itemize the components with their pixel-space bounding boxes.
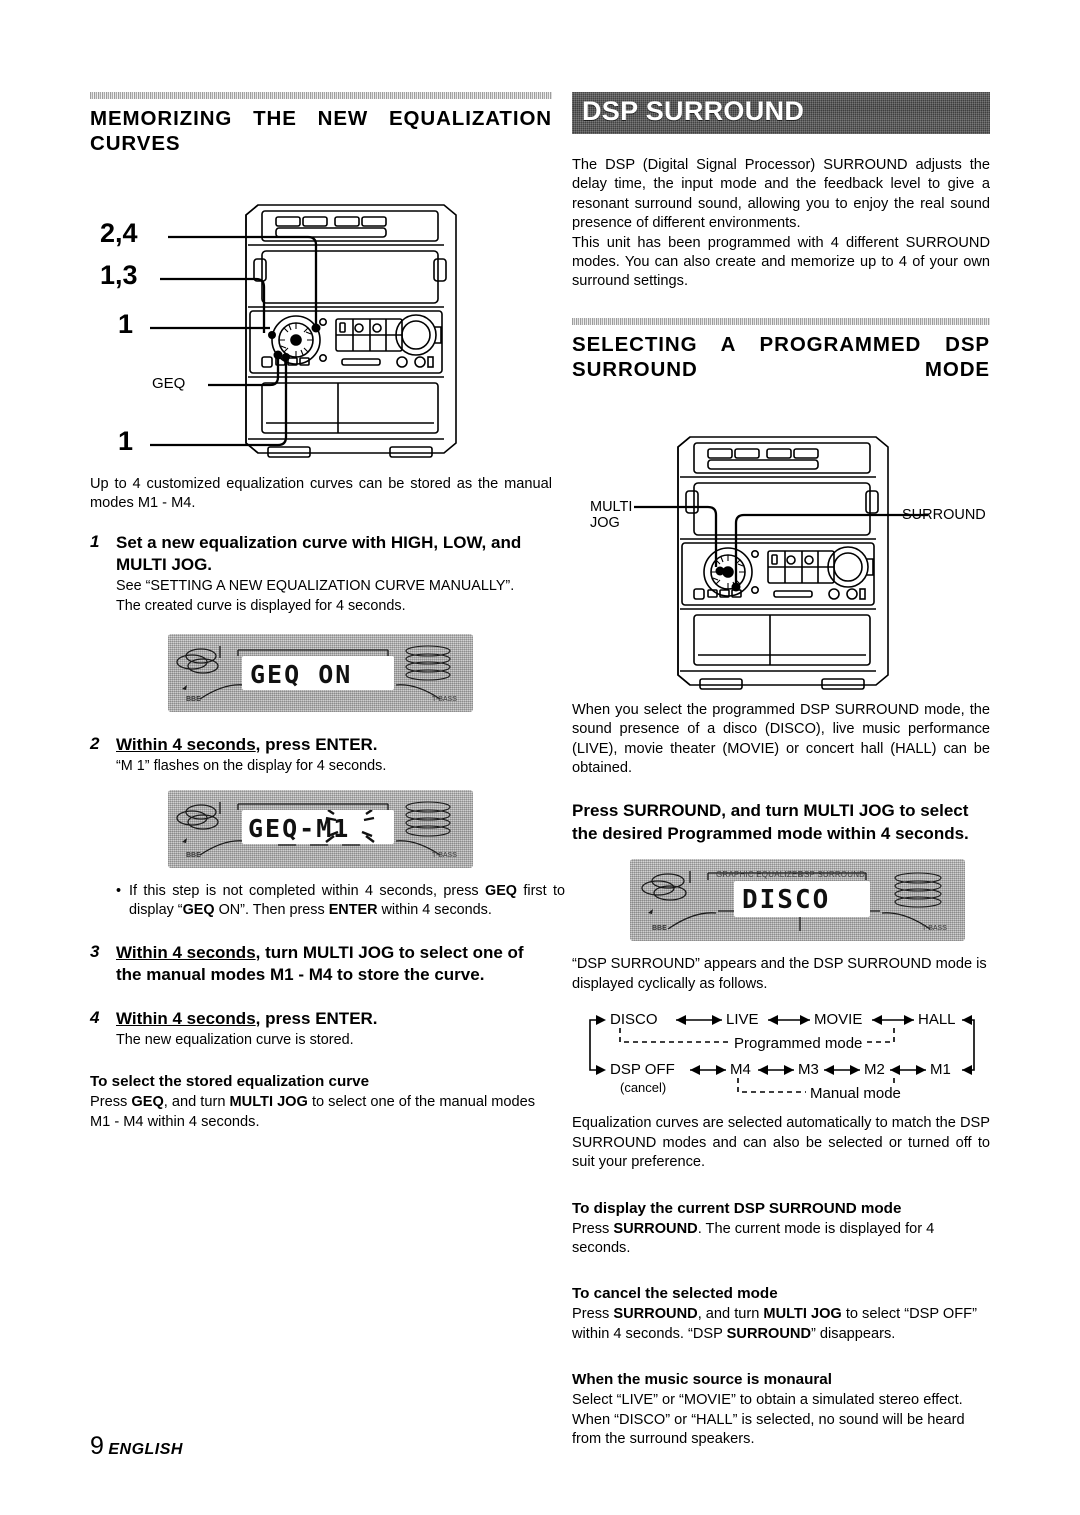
- step-4-heading-underlined: Within 4 seconds: [116, 1009, 256, 1029]
- cycle-intro: “DSP SURROUND” appears and the DSP SURRO…: [572, 956, 987, 992]
- mode-movie: MOVIE: [814, 1011, 863, 1029]
- section-display-current-body: Press SURROUND. The current mode is disp…: [572, 1220, 935, 1256]
- callout-surround: SURROUND: [902, 506, 986, 523]
- t-bass-indicator: T-BASS: [432, 695, 457, 703]
- bullet-dot-icon: •: [116, 882, 122, 899]
- stereo-system-illustration: [634, 436, 928, 690]
- page-number: 9: [90, 1432, 104, 1460]
- step-2-sub-1: “M 1” flashes on the display for 4 secon…: [116, 757, 387, 774]
- step-1-sub-1: See “SETTING A NEW EQUALIZATION CURVE MA…: [116, 577, 515, 594]
- mode-m1: M1: [930, 1061, 951, 1079]
- mode-hall: HALL: [918, 1011, 956, 1029]
- stereo-system-illustration: [150, 204, 457, 458]
- bbe-indicator: BBE: [186, 695, 201, 703]
- dsp-intro-paragraph-1: The DSP (Digital Signal Processor) SURRO…: [572, 157, 990, 232]
- bbe-indicator: BBE: [186, 851, 201, 859]
- section-display-current-heading: To display the current DSP SURROUND mode: [572, 1199, 902, 1217]
- mode-m3: M3: [798, 1061, 819, 1079]
- banner-title: DSP SURROUND: [582, 96, 805, 126]
- callout-geq: GEQ: [152, 375, 186, 392]
- bbe-indicator: BBE: [652, 925, 667, 933]
- callout-multi-jog: MULTI JOG: [590, 498, 633, 531]
- step-2-note-text: If this step is not completed within 4 s…: [129, 882, 565, 919]
- step-4-sub-1: The new equalization curve is stored.: [116, 1032, 354, 1049]
- manual-mode-label: Manual mode: [806, 1085, 905, 1103]
- callout-2-4: 2,4: [100, 218, 138, 248]
- page-language: ENGLISH: [108, 1441, 183, 1458]
- section-monaural-heading: When the music source is monaural: [572, 1371, 832, 1389]
- select-stored-heading: To select the stored equalization curve: [90, 1073, 370, 1091]
- lcd-display-geq-m1: GEQ-M1 BBE T-BASS: [168, 789, 473, 868]
- cta-heading: Press SURROUND, and turn MULTI JOG to se…: [572, 801, 969, 843]
- right-column: DSP SURROUND The DSP (Digital Signal Pro…: [572, 92, 990, 1449]
- step-3-heading-underlined: Within 4 seconds: [116, 943, 256, 963]
- lcd-window: GEQ-M1: [242, 809, 394, 844]
- stereo-diagram-right: MULTI JOG SURROUND: [572, 419, 990, 691]
- step-2-heading-underlined: Within 4 seconds: [116, 734, 256, 754]
- left-column: MEMORIZING THE NEW EQUALIZATION CURVES 2…: [90, 92, 565, 1132]
- page-title: MEMORIZING THE NEW EQUALIZATION CURVES: [90, 107, 552, 155]
- section-monaural-body: Select “LIVE” or “MOVIE” to obtain a sim…: [572, 1392, 965, 1447]
- mode-dsp-off: DSP OFF: [610, 1061, 675, 1079]
- section-cancel-mode-heading: To cancel the selected mode: [572, 1285, 778, 1303]
- section-heading-selecting: SELECTING A PROGRAMMED DSP SURROUND MODE: [572, 332, 990, 381]
- step-4-number: 4: [90, 1008, 100, 1028]
- t-bass-indicator: T-BASS: [922, 925, 947, 933]
- dsp-intro-paragraph-2: This unit has been programmed with 4 dif…: [572, 234, 990, 290]
- dsp-surround-banner: DSP SURROUND: [572, 92, 990, 134]
- mode-m4: M4: [730, 1061, 751, 1079]
- dsp-body-paragraph-2: Equalization curves are selected automat…: [572, 1115, 990, 1171]
- section-rule: [90, 92, 552, 99]
- step-4-heading-rest: , press ENTER.: [255, 1009, 378, 1029]
- dsp-surround-indicator: DSP SURROUND: [798, 870, 866, 880]
- lcd-text: DISCO: [742, 885, 831, 916]
- step-1-sub-2: The created curve is displayed for 4 sec…: [116, 597, 406, 614]
- lcd-window: DISCO: [734, 881, 870, 918]
- step-3-heading: Within 4 seconds, turn MULTI JOG to sele…: [116, 942, 552, 986]
- t-bass-indicator: T-BASS: [432, 851, 457, 859]
- lcd-display-geq-on: GEQ ON BBE T-BASS: [168, 633, 473, 712]
- programmed-mode-label: Programmed mode: [730, 1035, 867, 1053]
- step-3-number: 3: [90, 942, 100, 962]
- mode-cycle-diagram: DISCO LIVE MOVIE HALL Programmed mode DS…: [572, 1004, 990, 1104]
- mode-m2: M2: [864, 1061, 885, 1079]
- step-3: 3 Within 4 seconds, turn MULTI JOG to se…: [90, 942, 552, 986]
- intro-paragraph: Up to 4 customized equalization curves c…: [90, 476, 552, 512]
- select-stored-body: Press GEQ, and turn MULTI JOG to select …: [90, 1094, 536, 1130]
- step-4-heading: Within 4 seconds, press ENTER.: [116, 1008, 552, 1030]
- step-1: 1 Set a new equalization curve with HIGH…: [90, 532, 552, 616]
- manual-page: MEMORIZING THE NEW EQUALIZATION CURVES 2…: [0, 0, 1080, 1515]
- mode-disco: DISCO: [610, 1011, 658, 1029]
- step-2-heading-rest: , press ENTER.: [255, 734, 378, 754]
- lcd-window: GEQ ON: [242, 655, 394, 690]
- graphic-equalizer-indicator: GRAPHIC EQUALIZER: [716, 870, 804, 880]
- step-1-heading: Set a new equalization curve with HIGH, …: [116, 532, 522, 574]
- step-2-heading: Within 4 seconds, press ENTER.: [116, 734, 552, 756]
- section-cancel-mode-body: Press SURROUND, and turn MULTI JOG to se…: [572, 1306, 977, 1342]
- step-2-note: • If this step is not completed within 4…: [116, 882, 565, 920]
- step-2-number: 2: [90, 733, 100, 753]
- flash-marks-icon: [325, 809, 375, 843]
- callout-1-jog: 1: [118, 309, 134, 339]
- section-rule: [572, 317, 990, 325]
- step-4: 4 Within 4 seconds, press ENTER. The new…: [90, 1008, 552, 1050]
- lcd-display-disco: GRAPHIC EQUALIZER DSP SURROUND DISCO BBE…: [630, 859, 965, 942]
- mode-live: LIVE: [726, 1011, 759, 1029]
- callout-1-geq: 1: [118, 426, 134, 456]
- callout-1-3: 1,3: [100, 260, 138, 290]
- dsp-off-cancel-note: (cancel): [620, 1080, 667, 1096]
- step-1-number: 1: [90, 531, 100, 551]
- page-footer: 9 ENGLISH: [90, 1432, 183, 1461]
- lcd-text: GEQ ON: [250, 659, 353, 689]
- stereo-diagram-left: 2,4 1,3 1 GEQ 1: [90, 197, 552, 465]
- dsp-body-paragraph-1: When you select the programmed DSP SURRO…: [572, 701, 990, 777]
- step-2: 2 Within 4 seconds, press ENTER. “M 1” f…: [90, 734, 552, 776]
